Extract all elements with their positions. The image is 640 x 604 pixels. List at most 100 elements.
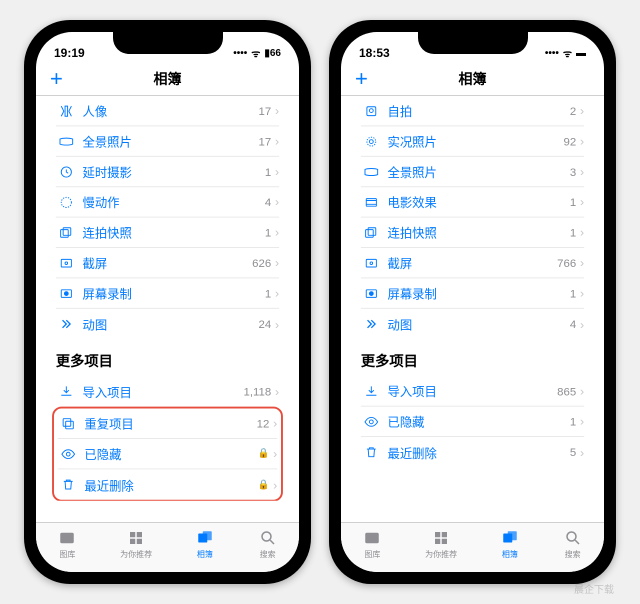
tab-label: 图库	[59, 549, 75, 560]
row-label: 屏幕录制	[382, 284, 570, 302]
list-row[interactable]: 重复项目12›	[58, 409, 277, 439]
row-label: 已隐藏	[382, 412, 570, 430]
more-list-2: 重复项目12›已隐藏🔒›最近删除🔒›	[58, 409, 277, 500]
chevron-right-icon: ›	[271, 286, 279, 300]
row-count: 865	[557, 384, 576, 397]
list-row[interactable]: 全景照片3›	[361, 157, 584, 187]
row-count: 17	[259, 134, 272, 147]
row-label: 截屏	[382, 254, 557, 272]
list-row[interactable]: 全景照片17›	[56, 126, 279, 156]
tab-label: 搜索	[260, 549, 276, 560]
tab-label: 图库	[364, 549, 380, 560]
import-icon	[361, 383, 382, 398]
media-types-list: 人像17›全景照片17›延时摄影1›慢动作4›连拍快照1›截屏626›屏幕录制1…	[56, 96, 279, 339]
row-label: 已隐藏	[79, 445, 258, 463]
row-count: 626	[252, 256, 271, 269]
trash-icon	[361, 445, 382, 460]
chevron-right-icon: ›	[271, 225, 279, 239]
row-label: 连拍快照	[77, 223, 265, 241]
row-label: 全景照片	[77, 132, 259, 150]
row-count: 12	[257, 417, 270, 430]
tab-搜索[interactable]: 搜索	[563, 529, 583, 560]
nav-bar: + 相簿	[341, 62, 604, 96]
list-row[interactable]: 导入项目865›	[361, 376, 584, 406]
row-label: 慢动作	[77, 193, 265, 211]
list-row[interactable]: 导入项目1,118›	[56, 376, 279, 406]
list-row[interactable]: 动图24›	[56, 309, 279, 339]
add-button[interactable]: +	[50, 68, 63, 90]
row-count: 92	[564, 134, 577, 147]
tab-图库[interactable]: 图库	[57, 529, 77, 560]
burst-icon	[56, 225, 77, 240]
nav-title: 相簿	[459, 69, 487, 89]
cinema-icon	[361, 194, 382, 209]
row-label: 导入项目	[382, 382, 557, 400]
list-row[interactable]: 截屏766›	[361, 248, 584, 278]
list-row[interactable]: 延时摄影1›	[56, 157, 279, 187]
tab-相簿[interactable]: 相簿	[500, 529, 520, 560]
row-label: 导入项目	[77, 382, 244, 400]
row-count: 17	[259, 104, 272, 117]
media-types-list: 自拍2›实况照片92›全景照片3›电影效果1›连拍快照1›截屏766›屏幕录制1…	[361, 96, 584, 339]
screenshot-icon	[361, 255, 382, 270]
list-row[interactable]: 已隐藏🔒›	[58, 439, 277, 469]
chevron-right-icon: ›	[271, 195, 279, 209]
tab-相簿[interactable]: 相簿	[195, 529, 215, 560]
tab-搜索[interactable]: 搜索	[258, 529, 278, 560]
gif-icon	[361, 316, 382, 331]
tab-label: 相簿	[197, 549, 213, 560]
battery-icon: ▮66	[264, 48, 281, 59]
chevron-right-icon: ›	[576, 104, 584, 118]
list-row[interactable]: 电影效果1›	[361, 187, 584, 217]
chevron-right-icon: ›	[576, 134, 584, 148]
chevron-right-icon: ›	[271, 104, 279, 118]
chevron-right-icon: ›	[269, 447, 277, 461]
signal-icon: ••••	[545, 48, 559, 59]
section-title: 更多项目	[361, 339, 584, 376]
list-row[interactable]: 已隐藏1›	[361, 407, 584, 437]
row-label: 全景照片	[382, 163, 570, 181]
tab-图库[interactable]: 图库	[362, 529, 382, 560]
watermark: 晨企下载	[574, 581, 614, 596]
list-row[interactable]: 屏幕录制1›	[361, 278, 584, 308]
tab-为你推荐[interactable]: 为你推荐	[120, 529, 152, 560]
list-row[interactable]: 最近删除5›	[361, 437, 584, 467]
screenshot-icon	[56, 255, 77, 270]
timelapse-icon	[56, 164, 77, 179]
list-row[interactable]: 人像17›	[56, 96, 279, 126]
tab-label: 为你推荐	[120, 549, 152, 560]
hidden-icon	[58, 446, 79, 461]
portrait-icon	[56, 103, 77, 118]
list-content: 自拍2›实况照片92›全景照片3›电影效果1›连拍快照1›截屏766›屏幕录制1…	[348, 96, 598, 501]
chevron-right-icon: ›	[576, 225, 584, 239]
row-label: 电影效果	[382, 193, 570, 211]
list-row[interactable]: 最近删除🔒›	[58, 469, 277, 499]
row-label: 最近删除	[382, 443, 570, 461]
chevron-right-icon: ›	[576, 286, 584, 300]
row-label: 自拍	[382, 102, 570, 120]
tab-为你推荐[interactable]: 为你推荐	[425, 529, 457, 560]
list-row[interactable]: 实况照片92›	[361, 126, 584, 156]
list-row[interactable]: 自拍2›	[361, 96, 584, 126]
list-row[interactable]: 连拍快照1›	[56, 218, 279, 248]
selfie-icon	[361, 103, 382, 118]
section-title: 更多项目	[56, 339, 279, 376]
row-label: 延时摄影	[77, 163, 265, 181]
list-row[interactable]: 连拍快照1›	[361, 218, 584, 248]
row-count: 766	[557, 256, 576, 269]
list-row[interactable]: 动图4›	[361, 309, 584, 339]
chevron-right-icon: ›	[271, 164, 279, 178]
list-row[interactable]: 慢动作4›	[56, 187, 279, 217]
more-list-2: 导入项目865›已隐藏1›最近删除5›	[361, 376, 584, 467]
chevron-right-icon: ›	[269, 477, 277, 491]
chevron-right-icon: ›	[576, 445, 584, 459]
list-row[interactable]: 截屏626›	[56, 248, 279, 278]
list-row[interactable]: 屏幕录制1›	[56, 278, 279, 308]
chevron-right-icon: ›	[576, 317, 584, 331]
nav-title: 相簿	[154, 69, 182, 89]
record-icon	[56, 286, 77, 301]
burst-icon	[361, 225, 382, 240]
slomo-icon	[56, 194, 77, 209]
more-list-1: 导入项目1,118›	[56, 376, 279, 406]
add-button[interactable]: +	[355, 68, 368, 90]
